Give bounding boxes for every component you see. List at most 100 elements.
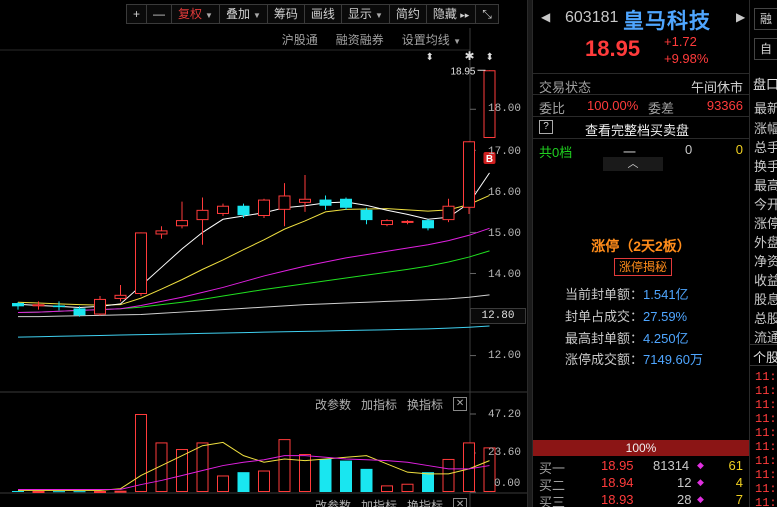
display-button[interactable]: 显示 ▼: [340, 4, 390, 24]
limit-stat-label: 封单占成交：: [565, 309, 644, 324]
set-ma-button[interactable]: 设置均线 ▼: [402, 31, 461, 48]
candle-body: [196, 209, 209, 221]
volume-bar: [196, 442, 209, 493]
full-book-row[interactable]: ? 查看完整档买卖盘: [533, 116, 749, 138]
bid-count: 61: [728, 458, 743, 473]
full-book-link[interactable]: 查看完整档买卖盘: [585, 120, 689, 139]
bid-row[interactable]: 买一 18.95 81314 ◆ 61: [533, 457, 749, 476]
draw-line-button[interactable]: 画线: [303, 4, 342, 24]
zoom-in-button[interactable]: +: [126, 4, 148, 24]
bid-volume: 28: [677, 492, 692, 507]
overlay-label: 叠加: [225, 7, 250, 21]
candle-body: [135, 232, 147, 294]
side-panel-strip: 融 自 盘口 最新 涨幅 总手 换手 最高 今开 涨停 外盘 净资 收益 股息 …: [749, 0, 777, 507]
close-icon[interactable]: ✕: [453, 498, 468, 507]
bid-count: 7: [735, 492, 743, 507]
prev-stock-icon[interactable]: ◀: [541, 10, 550, 24]
volume-bar: [381, 485, 393, 493]
chips-button[interactable]: 筹码: [266, 4, 305, 24]
ma60-line: [18, 294, 490, 318]
hide-button[interactable]: 隐藏 ▸▸: [425, 4, 477, 24]
next-stock-icon[interactable]: ▶: [736, 10, 745, 24]
candle-body: [299, 198, 311, 203]
expand-icon[interactable]: ⤡: [475, 4, 499, 24]
tick-time: 11:2: [755, 370, 777, 384]
quote-field-label: 收益: [754, 273, 777, 288]
bid-row[interactable]: 买三 18.93 28 ◆ 7: [533, 491, 749, 507]
caret-down-icon: ▼: [374, 11, 383, 20]
switch-indicator-button[interactable]: 换指标: [407, 396, 443, 413]
help-icon[interactable]: ?: [539, 120, 553, 134]
fuquan-label: 复权: [178, 7, 203, 21]
kline-chart-area[interactable]: + — 复权 ▼ 叠加 ▼ 筹码 画线 显示 ▼ 简约 隐藏 ▸▸ ⤡ 沪股通 融资融…: [0, 0, 527, 507]
diamond-icon: ◆: [697, 460, 704, 470]
weibi-value: 100.00%: [587, 98, 639, 113]
switch-indicator-button[interactable]: 换指标: [407, 497, 443, 507]
change-params-button[interactable]: 改参数: [315, 497, 351, 507]
tick-time: 11:2: [755, 496, 777, 507]
add-indicator-button[interactable]: 加指标: [361, 396, 397, 413]
chart-sub-toolbar: 沪股通 融资融券 设置均线 ▼: [282, 31, 461, 48]
change-params-button[interactable]: 改参数: [315, 396, 351, 413]
bid-row[interactable]: 买二 18.94 12 ◆ 4: [533, 474, 749, 493]
tab-gegu[interactable]: 个股: [753, 347, 777, 366]
caret-down-icon: ▼: [252, 11, 261, 20]
close-icon[interactable]: ✕: [453, 397, 468, 411]
tab-pankou[interactable]: 盘口: [753, 74, 777, 93]
marker-icon: ⬍: [486, 52, 494, 63]
collapse-button[interactable]: ︿: [603, 157, 663, 171]
volume-bar: [176, 449, 188, 493]
zoom-out-button[interactable]: —: [146, 4, 173, 24]
stock-name: 皇马科技: [623, 10, 711, 33]
bid-label: 买三: [539, 495, 566, 507]
ma30-line: [17, 250, 490, 313]
bid-volume: 81314: [653, 458, 690, 473]
add-indicator-button[interactable]: 加指标: [361, 497, 397, 507]
limit-stat-row: 当前封单额：1.541亿: [565, 284, 689, 303]
marker-icon: ⬍: [426, 52, 434, 63]
ma10-line: [17, 195, 490, 306]
bid-count: 4: [735, 475, 743, 490]
watchlist-button[interactable]: 自: [754, 38, 777, 60]
volume-ma10-line: [18, 455, 490, 491]
kline-svg: 18.95⬍ ✱ ⬍B: [0, 28, 527, 507]
price-axis-label: 14.00: [488, 269, 522, 281]
volume-bar: [278, 439, 291, 493]
price-axis-label: 16.00: [488, 187, 522, 199]
tick-time: 11:2: [755, 384, 777, 398]
caret-down-icon: ▼: [205, 11, 213, 20]
bid-volume: 12: [677, 475, 692, 490]
tick-time: 11:2: [755, 426, 777, 440]
quote-field-label: 换手: [754, 159, 777, 174]
star-marker-icon: ✱: [465, 49, 475, 63]
volume-axis-label: 47.20: [488, 409, 522, 421]
limit-stat-value: 1.541亿: [643, 287, 689, 302]
volume-bar: [12, 491, 24, 493]
candle-body: [114, 294, 127, 299]
overlay-button[interactable]: 叠加 ▼: [218, 4, 268, 24]
hugutong-link[interactable]: 沪股通: [282, 31, 318, 48]
diamond-icon: ◆: [697, 494, 704, 504]
fuquan-button[interactable]: 复权 ▼: [171, 4, 220, 24]
bid-price: 18.94: [601, 475, 634, 490]
limit-up-reveal-button[interactable]: 涨停揭秘: [614, 258, 673, 276]
display-label: 显示: [347, 7, 372, 21]
limit-stat-row: 涨停成交额：7149.60万: [565, 349, 703, 368]
diamond-icon: ◆: [697, 477, 704, 487]
simple-mode-button[interactable]: 简约: [388, 4, 427, 24]
tick-time: 11:2: [755, 468, 777, 482]
candle-body: [463, 141, 475, 208]
volume-bar: [340, 460, 352, 492]
double-chevron-right-icon: ▸▸: [460, 10, 470, 20]
margin-trading-link[interactable]: 融资融券: [336, 31, 384, 48]
volume-bar: [360, 468, 373, 492]
queue-value-2: 0: [735, 142, 743, 157]
limit-stat-value: 27.59%: [643, 309, 688, 324]
margin-button[interactable]: 融: [754, 8, 777, 30]
queue-value-1: 0: [685, 142, 693, 157]
volume-ma5-line: [18, 441, 490, 491]
volume-bar: [32, 491, 45, 494]
trading-status-row: 交易状态 午间休市: [533, 73, 749, 95]
indicator-toolbar: 改参数 加指标 换指标 ✕: [315, 396, 468, 413]
price-axis-label: 15.00: [488, 228, 522, 240]
